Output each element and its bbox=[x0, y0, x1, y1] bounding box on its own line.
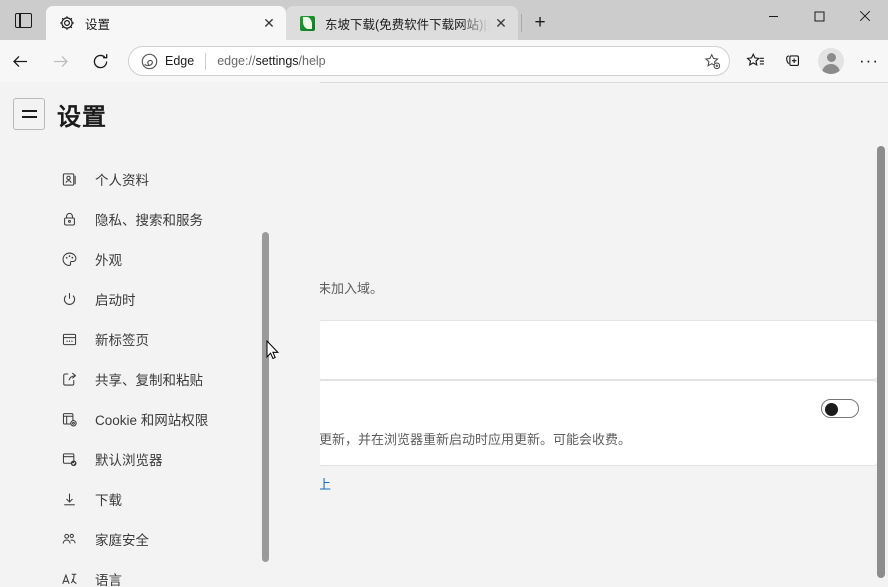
more-options-button[interactable]: ··· bbox=[850, 44, 888, 78]
tab-settings[interactable]: 设置 ✕ bbox=[46, 6, 286, 40]
browser-toolbar: Edge edge://settings/help ··· bbox=[0, 40, 888, 82]
sidebar-item-label: 外观 bbox=[95, 253, 122, 268]
favorites-button[interactable] bbox=[736, 44, 774, 78]
add-favorite-icon[interactable] bbox=[699, 48, 725, 74]
sidebar-item-label: 默认浏览器 bbox=[95, 453, 163, 468]
tab-title: 设置 bbox=[85, 17, 111, 32]
sidebar-item-startup[interactable]: 启动时 bbox=[0, 283, 320, 315]
sidebar-item-label: 个人资料 bbox=[95, 173, 149, 188]
forward-button[interactable] bbox=[40, 44, 80, 78]
default-browser-icon bbox=[60, 450, 79, 469]
settings-nav-list: 个人资料 隐私、搜索和服务 外观 启动时 新标签页 共享、复制和粘贴 Cooki… bbox=[0, 146, 320, 587]
collections-button[interactable] bbox=[774, 44, 812, 78]
content-top-divider bbox=[320, 82, 888, 83]
update-description: 更新，并在浏览器重新启动时应用更新。可能会收费。 bbox=[320, 432, 632, 447]
sidebar-item-profile[interactable]: 个人资料 bbox=[0, 163, 320, 195]
new-tab-page-icon bbox=[60, 330, 79, 349]
tab-title: 东坡下载(免费软件下载网站)|打造 bbox=[325, 17, 490, 32]
sidebar-item-privacy[interactable]: 隐私、搜索和服务 bbox=[0, 203, 320, 235]
sidebar-item-default-browser[interactable]: 默认浏览器 bbox=[0, 443, 320, 475]
sidebar-item-label: 隐私、搜索和服务 bbox=[95, 213, 203, 228]
url-prefix: edge:// bbox=[217, 54, 256, 68]
tab-divider bbox=[521, 14, 522, 32]
hamburger-menu-button[interactable] bbox=[13, 98, 45, 130]
cookie-permissions-icon bbox=[60, 410, 79, 429]
sidebar-panel-icon bbox=[14, 12, 32, 28]
new-tab-button[interactable]: + bbox=[525, 7, 555, 37]
url-path: /help bbox=[298, 54, 326, 68]
sidebar-item-label: 下载 bbox=[95, 493, 122, 508]
mouse-cursor bbox=[266, 339, 280, 361]
tab-dongpo-download[interactable]: 东坡下载(免费软件下载网站)|打造 ✕ bbox=[286, 6, 518, 40]
browser-window: 设置 ✕ 东坡下载(免费软件下载网站)|打造 ✕ + bbox=[0, 0, 888, 587]
tab-close-button[interactable]: ✕ bbox=[258, 12, 280, 34]
back-button[interactable] bbox=[0, 44, 40, 78]
gear-icon bbox=[58, 14, 76, 32]
sidebar-item-label: 启动时 bbox=[95, 293, 136, 308]
hamburger-line bbox=[21, 110, 37, 112]
learn-more-link[interactable]: 上 bbox=[320, 474, 331, 493]
toggle-knob bbox=[825, 403, 838, 416]
page-title: 设置 bbox=[57, 103, 107, 131]
ellipsis-icon: ··· bbox=[859, 50, 879, 70]
page-scrollbar-thumb[interactable] bbox=[877, 146, 885, 578]
sidebar-item-family-safety[interactable]: 家庭安全 bbox=[0, 523, 320, 555]
sidebar-item-label: 新标签页 bbox=[95, 333, 149, 348]
url-host: settings bbox=[255, 54, 299, 68]
update-card: 更新，并在浏览器重新启动时应用更新。可能会收费。 bbox=[320, 380, 878, 466]
hamburger-line bbox=[21, 116, 37, 118]
reload-button[interactable] bbox=[80, 44, 120, 78]
title-bar: 设置 ✕ 东坡下载(免费软件下载网站)|打造 ✕ + bbox=[0, 0, 888, 40]
edge-chip-label: Edge bbox=[165, 54, 195, 68]
sidebar-scrollbar-thumb[interactable] bbox=[262, 232, 269, 562]
tab-close-button[interactable]: ✕ bbox=[490, 12, 512, 34]
dongpo-site-icon bbox=[298, 14, 316, 32]
avatar bbox=[818, 48, 844, 74]
close-button[interactable] bbox=[842, 0, 888, 32]
profile-button[interactable] bbox=[812, 44, 850, 78]
domain-status-text: 未加入域。 bbox=[320, 281, 384, 296]
window-controls bbox=[750, 0, 888, 40]
settings-content: 未加入域。 更新，并在浏览器重新启动时应用更新。可能会收费。 上 bbox=[320, 82, 888, 587]
settings-sidebar: 个人资料 隐私、搜索和服务 外观 启动时 新标签页 共享、复制和粘贴 Cooki… bbox=[0, 146, 320, 587]
sidebar-item-label: 共享、复制和粘贴 bbox=[95, 373, 203, 388]
address-bar[interactable]: Edge edge://settings/help bbox=[128, 46, 730, 76]
sidebar-item-languages[interactable]: 语言 bbox=[0, 563, 320, 587]
tab-actions-button[interactable] bbox=[0, 0, 46, 40]
update-toggle[interactable] bbox=[821, 399, 859, 418]
lock-icon bbox=[60, 210, 79, 229]
family-safety-icon bbox=[60, 530, 79, 549]
download-icon bbox=[60, 490, 79, 509]
power-icon bbox=[60, 290, 79, 309]
info-card bbox=[320, 320, 878, 380]
palette-icon bbox=[60, 250, 79, 269]
address-bar-url: edge://settings/help bbox=[217, 54, 699, 68]
profile-card-icon bbox=[60, 170, 79, 189]
sidebar-item-cookies-permissions[interactable]: Cookie 和网站权限 bbox=[0, 403, 320, 435]
tab-strip: 设置 ✕ 东坡下载(免费软件下载网站)|打造 ✕ + bbox=[46, 0, 750, 40]
omnibox-divider bbox=[205, 52, 207, 70]
sidebar-item-appearance[interactable]: 外观 bbox=[0, 243, 320, 275]
sidebar-item-label: 语言 bbox=[95, 573, 122, 587]
share-icon bbox=[60, 370, 79, 389]
sidebar-item-share-copy-paste[interactable]: 共享、复制和粘贴 bbox=[0, 363, 320, 395]
settings-header: 设置 bbox=[0, 82, 320, 146]
edge-identity-chip: Edge bbox=[141, 53, 194, 70]
sidebar-item-downloads[interactable]: 下载 bbox=[0, 483, 320, 515]
sidebar-item-label: Cookie 和网站权限 bbox=[95, 413, 209, 428]
settings-page: 设置 搜索设置 个人资料 隐私、搜索和服务 外观 启动时 新标签页 共享、复制和… bbox=[0, 82, 888, 587]
maximize-button[interactable] bbox=[796, 0, 842, 32]
sidebar-item-label: 家庭安全 bbox=[95, 533, 149, 548]
minimize-button[interactable] bbox=[750, 0, 796, 32]
language-icon bbox=[60, 570, 79, 587]
